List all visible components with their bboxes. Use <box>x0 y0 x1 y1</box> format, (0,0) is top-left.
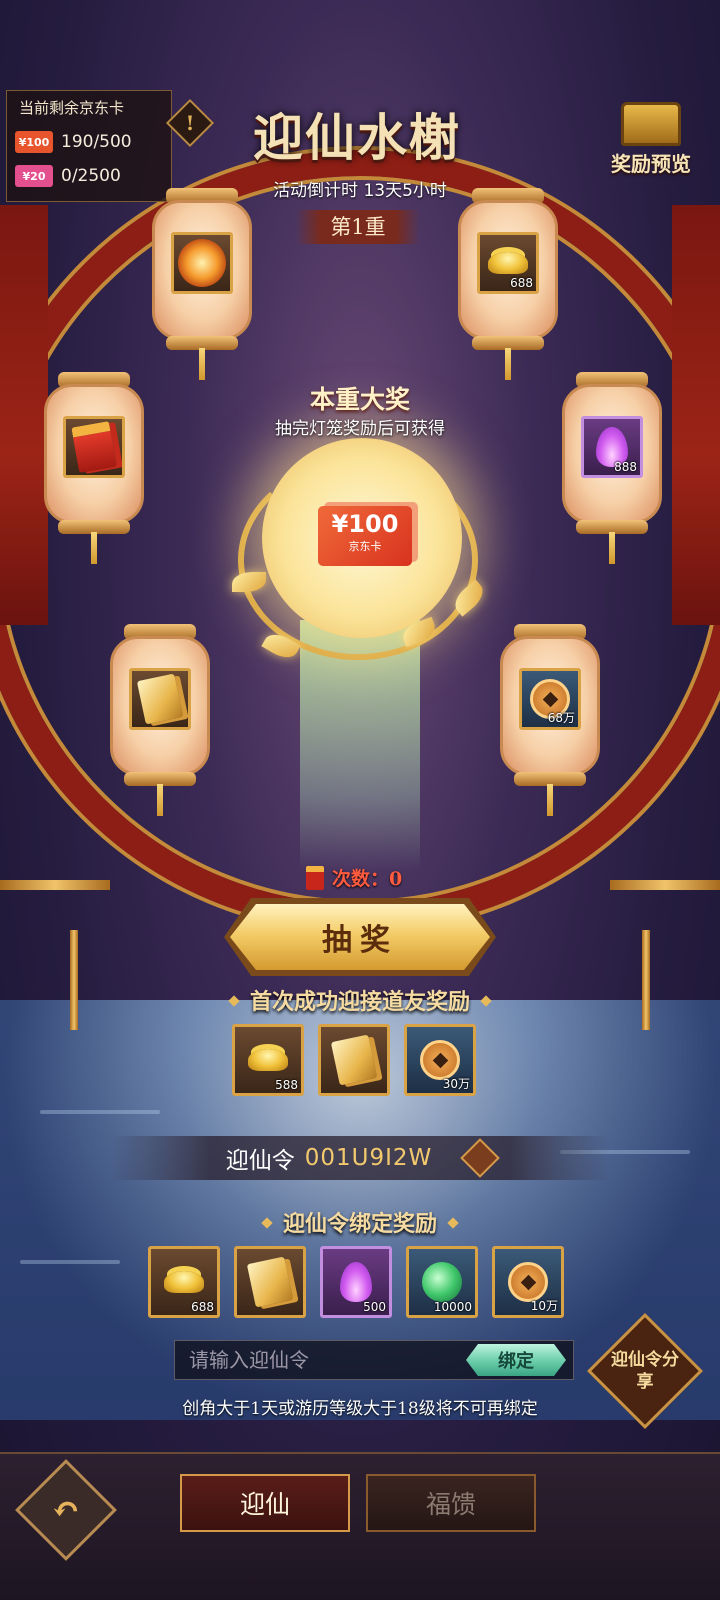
share-label: 迎仙令分享 <box>611 1350 679 1392</box>
gold-ingot-icon <box>248 1049 288 1071</box>
first-reward-title: 首次成功迎接道友奖励 <box>249 989 470 1015</box>
lantern-tassel <box>199 348 205 380</box>
invite-code-value: 001U9I2W <box>304 1145 433 1171</box>
green-orb-icon <box>422 1262 462 1302</box>
copy-icon[interactable] <box>460 1138 501 1178</box>
reward-item[interactable]: 30万 <box>404 1024 476 1096</box>
lantern-reward-slot: 68万 <box>519 668 581 730</box>
lantern-reward-slot <box>63 416 125 478</box>
draw-times-label: 次数：0 <box>332 868 403 890</box>
jd-card-20-icon: ¥20 <box>15 165 53 187</box>
remaining-value-20: 0/2500 <box>61 166 121 186</box>
item-quantity: 688 <box>510 276 533 290</box>
diamond-icon <box>447 1217 459 1229</box>
item-quantity: 500 <box>363 1300 386 1314</box>
page-title: 迎仙水榭 <box>253 108 461 167</box>
lantern-reward-slot: 688 <box>477 232 539 294</box>
treasure-chest-icon <box>621 102 681 146</box>
reward-item[interactable]: 588 <box>232 1024 304 1096</box>
bind-reward-items: 688 500 10000 10万 <box>148 1246 564 1318</box>
item-quantity: 30万 <box>442 1077 470 1091</box>
lantern-5[interactable] <box>110 624 210 816</box>
item-quantity: 888 <box>614 460 637 474</box>
jd-card-grand-prize[interactable]: ¥100 京东卡 <box>318 506 412 566</box>
jd-card-100-icon: ¥100 <box>15 131 53 153</box>
wave-decoration <box>40 1110 160 1114</box>
lantern-tassel <box>91 532 97 564</box>
left-gold-rail <box>0 880 110 890</box>
reward-item[interactable]: 500 <box>320 1246 392 1318</box>
diamond-icon <box>480 995 492 1007</box>
lantern-reward-slot <box>129 668 191 730</box>
bottom-bar <box>0 1452 720 1600</box>
draw-times: 次数：0 <box>306 864 402 891</box>
item-quantity: 688 <box>191 1300 214 1314</box>
grand-prize-title: 本重大奖 <box>309 385 410 414</box>
lantern-2[interactable]: 688 <box>458 188 558 380</box>
fire-orb-icon <box>178 239 226 287</box>
rules-button[interactable]: ! <box>165 98 215 148</box>
remaining-jd-cards-panel: 当前剩余京东卡 ¥100 190/500 ¥20 0/2500 <box>6 90 172 202</box>
first-reward-items: 588 30万 <box>232 1024 476 1096</box>
tab-fukui[interactable]: 福馈 <box>366 1474 536 1532</box>
lantern-tassel <box>505 348 511 380</box>
reward-item[interactable]: 10万 <box>492 1246 564 1318</box>
reward-item[interactable]: 688 <box>148 1246 220 1318</box>
purple-flame-icon <box>340 1262 372 1302</box>
lantern-tassel <box>157 784 163 816</box>
remaining-title: 当前剩余京东卡 <box>19 99 125 117</box>
diamond-icon <box>261 1217 273 1229</box>
invite-code-row: 迎仙令 001U9I2W <box>110 1136 610 1180</box>
remaining-row-20: ¥20 0/2500 <box>15 165 121 187</box>
lantern-reward-slot: 888 <box>581 416 643 478</box>
bind-reward-title: 迎仙令绑定奖励 <box>282 1211 437 1237</box>
gold-ticket-icon <box>136 673 184 725</box>
grand-prize-subtitle: 抽完灯笼奖励后可获得 <box>275 419 445 439</box>
gold-ingot-icon <box>164 1271 204 1293</box>
item-quantity: 10万 <box>530 1299 558 1313</box>
reward-preview-label: 奖励预览 <box>611 152 691 176</box>
reward-item[interactable] <box>234 1246 306 1318</box>
gold-ingot-icon <box>488 252 528 274</box>
copper-coin-icon <box>508 1262 548 1302</box>
bind-button[interactable]: 绑定 <box>466 1344 566 1376</box>
copper-coin-icon <box>420 1040 460 1080</box>
exclamation-icon: ! <box>185 111 195 135</box>
item-quantity: 10000 <box>433 1300 472 1314</box>
diamond-icon <box>228 995 240 1007</box>
lantern-tassel <box>547 784 553 816</box>
jd-card-name: 京东卡 <box>348 540 382 553</box>
left-red-pillar <box>0 205 48 625</box>
red-packet-icon <box>71 421 117 473</box>
gold-ticket-icon <box>246 1256 294 1308</box>
remaining-value-100: 190/500 <box>61 132 132 152</box>
lantern-1[interactable] <box>152 188 252 380</box>
lantern-reward-slot <box>171 232 233 294</box>
bind-input-row: 绑定 <box>174 1340 574 1380</box>
wave-decoration <box>20 1260 120 1264</box>
bind-reward-section: 迎仙令绑定奖励 <box>0 1206 720 1238</box>
right-gold-rail <box>610 880 720 890</box>
red-packet-icon <box>306 865 324 890</box>
event-screen: 当前剩余京东卡 ¥100 190/500 ¥20 0/2500 ! 迎仙水榭 活… <box>0 0 720 1600</box>
item-quantity: 588 <box>275 1078 298 1092</box>
gold-ticket-icon <box>330 1034 378 1086</box>
jd-card-amount: ¥100 <box>331 510 399 538</box>
item-quantity: 68万 <box>547 711 575 725</box>
lantern-3[interactable] <box>44 372 144 564</box>
reward-item[interactable]: 10000 <box>406 1246 478 1318</box>
draw-button[interactable]: 抽奖 <box>230 904 490 970</box>
lantern-tassel <box>609 532 615 564</box>
first-reward-section: 首次成功迎接道友奖励 <box>0 984 720 1016</box>
remaining-row-100: ¥100 190/500 <box>15 131 132 153</box>
lantern-4[interactable]: 888 <box>562 372 662 564</box>
lantern-6[interactable]: 68万 <box>500 624 600 816</box>
tab-yingxian[interactable]: 迎仙 <box>180 1474 350 1532</box>
stage-label: 第1重 <box>296 210 420 244</box>
invite-code-label: 迎仙令 <box>225 1148 295 1174</box>
reward-preview-button[interactable]: 奖励预览 <box>596 102 706 182</box>
back-arrow-icon: ↶ <box>51 1490 81 1530</box>
reward-item[interactable] <box>318 1024 390 1096</box>
right-red-pillar <box>672 205 720 625</box>
